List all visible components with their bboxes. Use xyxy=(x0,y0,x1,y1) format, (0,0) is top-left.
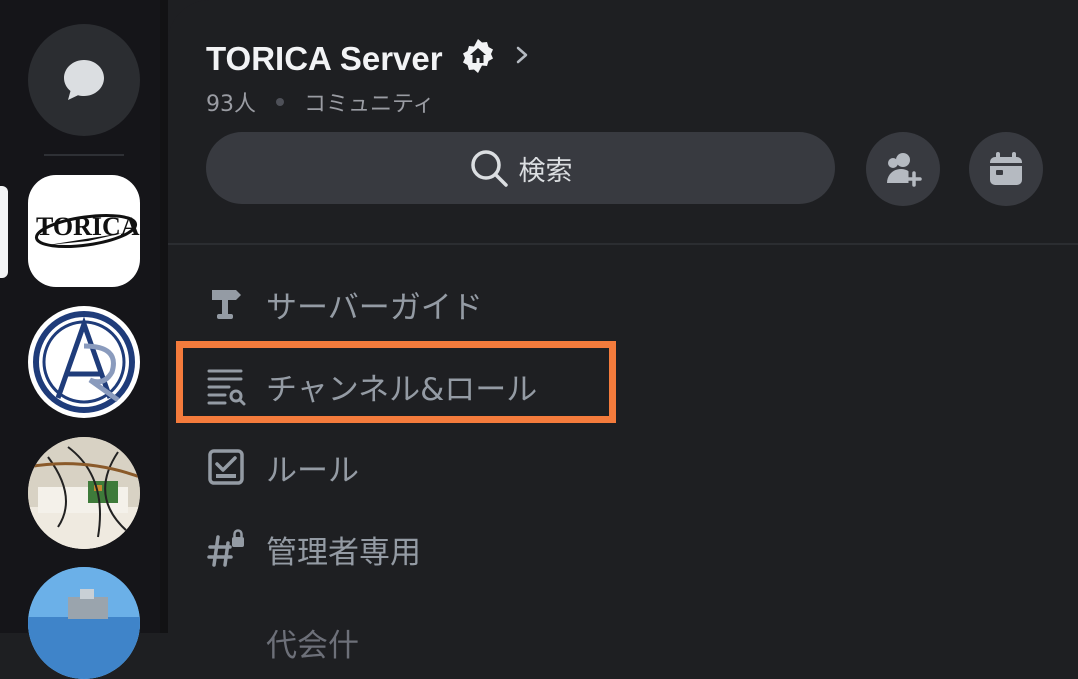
header-divider xyxy=(168,243,1078,245)
server-icon-beach[interactable] xyxy=(28,567,140,679)
nav-item-channels-roles[interactable]: チャンネル&ロール xyxy=(206,356,766,416)
beach-photo-icon xyxy=(28,567,140,679)
checkbox-icon xyxy=(206,447,246,487)
circuit-photo-icon xyxy=(28,437,140,549)
invite-button[interactable] xyxy=(866,132,940,206)
search-icon xyxy=(470,150,508,187)
nav-item-admin-only[interactable]: 管理者専用 xyxy=(206,519,766,579)
calendar-icon xyxy=(990,152,1022,185)
locked-hash-icon xyxy=(206,529,246,569)
server-type: コミュニティ xyxy=(304,92,435,117)
signpost-icon xyxy=(206,284,246,324)
search-label: 検索 xyxy=(518,155,573,187)
direct-messages-button[interactable] xyxy=(28,24,140,136)
server-meta: 93人 コミュニティ xyxy=(206,86,435,118)
server-rail: TORICA xyxy=(0,0,168,679)
nav-item-label: サーバーガイド xyxy=(266,289,483,326)
nav-item-server-guide[interactable]: サーバーガイド xyxy=(206,274,766,334)
nav-item-label: 管理者専用 xyxy=(266,534,421,571)
server-icon-torica[interactable]: TORICA xyxy=(28,175,140,287)
server-icon-ar[interactable] xyxy=(28,306,140,418)
community-home-badge-icon xyxy=(463,39,493,73)
ar-logo-icon xyxy=(33,311,135,413)
channel-panel: TORICA Server 93人 コミュニティ 検索 サーバーガイド チャンネ… xyxy=(168,0,1078,664)
nav-item-label: ルール xyxy=(266,452,359,489)
placeholder-icon xyxy=(206,622,246,662)
torica-logo-icon: TORICA xyxy=(34,212,140,249)
channel-list-search-icon xyxy=(206,366,246,406)
chat-bubble-icon xyxy=(64,60,104,100)
nav-item-rules[interactable]: ルール xyxy=(206,437,766,497)
nav-item-label: 代会什 xyxy=(266,627,359,664)
chevron-right-icon[interactable] xyxy=(514,44,530,66)
selected-server-indicator xyxy=(0,186,8,278)
events-button[interactable] xyxy=(969,132,1043,206)
nav-item-partial[interactable]: 代会什 xyxy=(206,612,766,672)
server-name[interactable]: TORICA Server xyxy=(206,40,443,78)
svg-text:TORICA: TORICA xyxy=(36,212,140,241)
search-button[interactable]: 検索 xyxy=(206,132,835,204)
meta-separator-dot xyxy=(276,98,284,106)
nav-item-label: チャンネル&ロール xyxy=(266,371,538,408)
rail-separator xyxy=(44,154,124,156)
server-icon-circuit[interactable] xyxy=(28,437,140,549)
add-user-icon xyxy=(887,153,922,187)
member-count: 93人 xyxy=(206,92,256,117)
